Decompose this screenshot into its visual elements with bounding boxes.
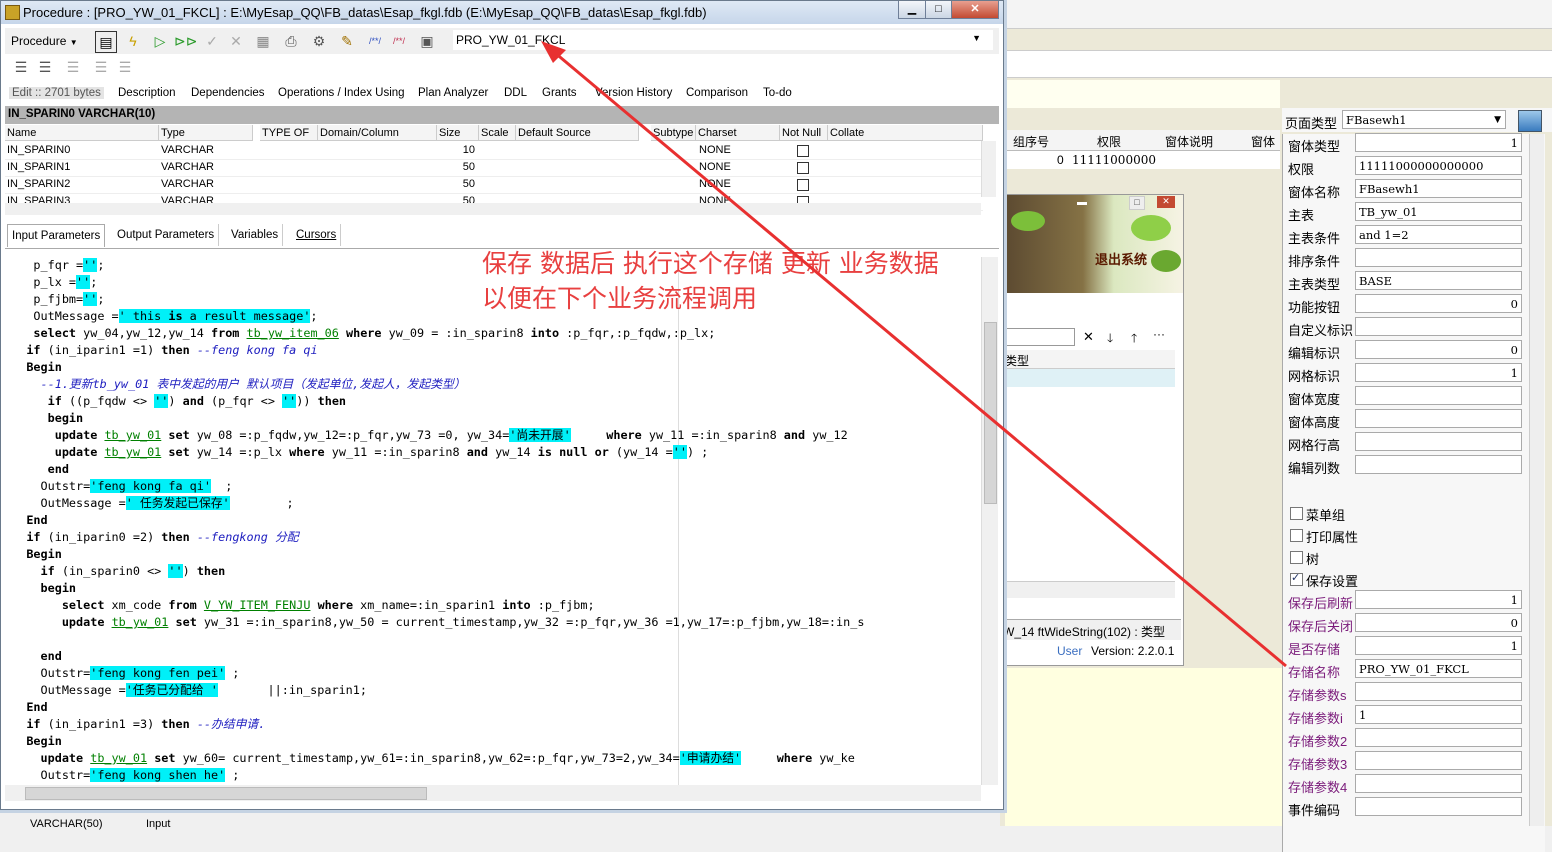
annotation-arrow <box>541 41 1287 668</box>
